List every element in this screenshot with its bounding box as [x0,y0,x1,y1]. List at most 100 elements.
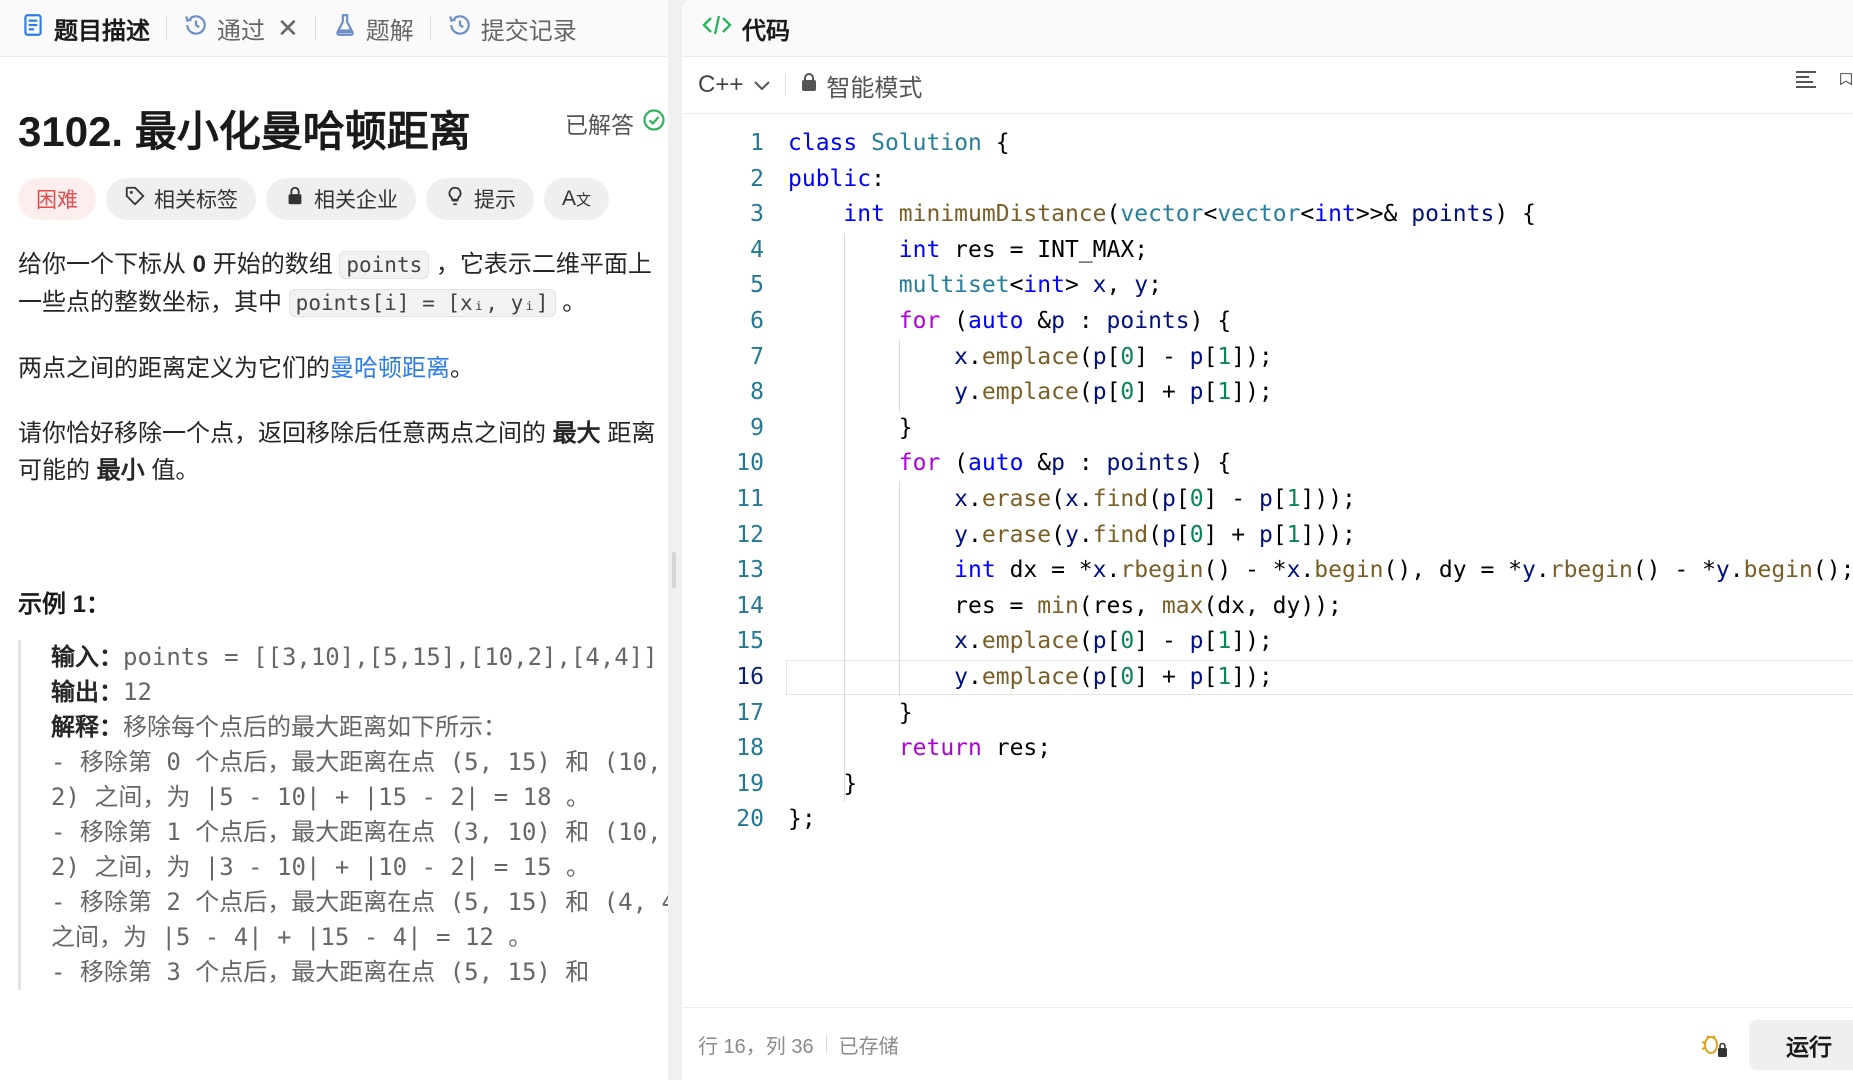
example-line: - 移除第 0 个点后，最大距离在点 (5, 15) 和 (10, 2) 之间，… [51,748,662,811]
history-icon [183,12,209,45]
code-line[interactable]: 1 class Solution { [682,126,1853,161]
language-select[interactable]: C++ [698,71,771,99]
example-input: points = [[3,10],[5,15],[10,2],[4,4]] [123,643,658,671]
line-number: 11 [736,486,764,512]
code-line[interactable]: 11 x.erase(x.find(p[0] - p[1])); [682,482,1853,517]
code-line[interactable]: 16 y.emplace(p[0] + p[1]); [682,660,1853,695]
example-label: 解释： [51,714,123,741]
code-panel-header: 代码 [682,0,1853,57]
code-line[interactable]: 7 x.emplace(p[0] - p[1]); [682,340,1853,375]
hint-label: 提示 [474,189,516,212]
run-button[interactable]: 运行 [1749,1020,1853,1070]
resize-handle[interactable] [672,552,676,588]
code-text: y.erase(y.find(p[0] + p[1])); [954,521,1356,548]
problem-header: 3102. 最小化曼哈顿距离 已解答 [18,98,666,155]
translate-button[interactable]: A文 [544,178,610,220]
example-label: 输入： [51,644,123,671]
panel-resizer[interactable] [668,0,680,1080]
code-text: }; [788,806,816,833]
inline-code: points [339,251,430,279]
tab-passed-label: 通过 [217,17,265,45]
check-circle-icon [642,108,666,138]
tab-solutions[interactable]: 题解 [322,11,424,46]
code-line[interactable]: 14 res = min(res, max(dx, dy)); [682,589,1853,624]
format-icon[interactable] [1793,66,1819,97]
code-editor[interactable]: 1 class Solution {2 public: 3 int minimumDi… [682,126,1853,996]
code-line[interactable]: 4 int res = INT_MAX; [682,233,1853,268]
code-line[interactable]: 20}; [682,802,1853,837]
indent-guide [899,339,901,411]
tab-submissions-label: 提交记录 [480,17,577,45]
code-line[interactable]: 15 x.emplace(p[0] - p[1]); [682,624,1853,659]
inline-code: points[i] = [xᵢ, yᵢ] [288,289,556,317]
desc-text: 。 [450,355,474,382]
code-line[interactable]: 12 y.erase(y.find(p[0] + p[1])); [682,518,1853,553]
line-number: 18 [736,735,764,762]
tab-description[interactable]: 题目描述 [18,11,160,46]
page-title[interactable]: 3102. 最小化曼哈顿距离 [18,98,471,159]
code-line[interactable]: 9 } [682,411,1853,446]
code-line[interactable]: 13 int dx = *x.rbegin() - *x.begin(), dy… [682,553,1853,588]
line-number: 10 [736,450,764,477]
line-number: 6 [750,308,764,334]
example-label: 输出： [51,679,123,706]
editor-toolbar: C++ 智能模式 [682,57,1853,114]
code-line[interactable]: 17 } [682,696,1853,731]
line-number: 3 [750,201,764,228]
code-icon [702,13,732,44]
code-text: y.emplace(p[0] + p[1]); [954,664,1273,690]
status-divider [825,1035,827,1053]
code-text: return res; [898,735,1052,762]
code-text: } [788,770,858,797]
code-line[interactable]: 3 int minimumDistance(vector<vector<int>… [682,197,1853,232]
difficulty-badge: 困难 [18,178,96,220]
code-line[interactable]: 6 for (auto &p : points) { [682,304,1853,339]
hint-button[interactable]: 提示 [426,178,534,220]
line-number: 5 [750,272,764,299]
desc-text: 给你一个下标从 [18,251,193,278]
code-line[interactable]: 8 y.emplace(p[0] + p[1]); [682,375,1853,410]
problem-tags: 困难 相关标签 相关企业 提示 A文 [18,178,610,220]
desc-text: 。 [555,289,587,316]
example-explanation: 移除每个点后的最大距离如下所示： [123,714,507,741]
manhattan-distance-link[interactable]: 曼哈顿距离 [330,355,450,382]
code-line[interactable]: 18 return res; [682,731,1853,766]
example-block: 输入：points = [[3,10],[5,15],[10,2],[4,4]]… [18,640,668,990]
close-icon[interactable]: ✕ [277,13,299,44]
tab-passed[interactable]: 通过 ✕ [173,11,309,46]
code-line[interactable]: 5 multiset<int> x, y; [682,268,1853,303]
lightbulb-icon [444,185,466,213]
smart-mode-toggle[interactable]: 智能模式 [800,68,922,103]
companies-button[interactable]: 相关企业 [266,178,416,220]
debug-icon[interactable] [1699,1030,1729,1060]
line-number: 8 [750,379,764,406]
editor-statusbar: 行 16，列 36 已存储 运行 [682,1007,1853,1080]
description-paragraph: 给你一个下标从 0 开始的数组 points ，它表示二维平面上一些点的整数坐标… [18,246,664,322]
desc-text: 请你恰好移除一个点，返回移除后任意两点之间的 [18,420,553,447]
code-line[interactable]: 2 public: [682,162,1853,197]
code-line[interactable]: 19 } [682,767,1853,802]
code-text: for (auto &p : points) { [898,308,1232,334]
desc-text: 开始的数组 [206,251,340,278]
related-tags-button[interactable]: 相关标签 [106,178,256,220]
line-number: 14 [736,592,764,619]
tab-submissions[interactable]: 提交记录 [437,11,587,46]
history-icon [447,12,473,45]
language-label: C++ [698,71,744,98]
solved-status: 已解答 [565,106,666,140]
line-number: 12 [736,521,764,548]
line-number: 19 [736,770,764,797]
code-line[interactable]: 10 for (auto &p : points) { [682,446,1853,481]
line-number: 7 [750,343,764,370]
smart-mode-label: 智能模式 [826,74,923,102]
solved-label: 已解答 [565,112,634,138]
desc-text: 值。 [144,457,200,484]
tab-divider [314,16,316,40]
companies-label: 相关企业 [314,189,398,212]
code-text: x.erase(x.find(p[0] - p[1])); [954,486,1356,512]
code-text: res = min(res, max(dx, dy)); [788,592,1342,619]
line-number: 4 [750,236,764,263]
bookmark-icon[interactable] [1839,66,1853,97]
line-number: 17 [736,699,764,726]
code-text: for (auto &p : points) { [898,450,1232,477]
